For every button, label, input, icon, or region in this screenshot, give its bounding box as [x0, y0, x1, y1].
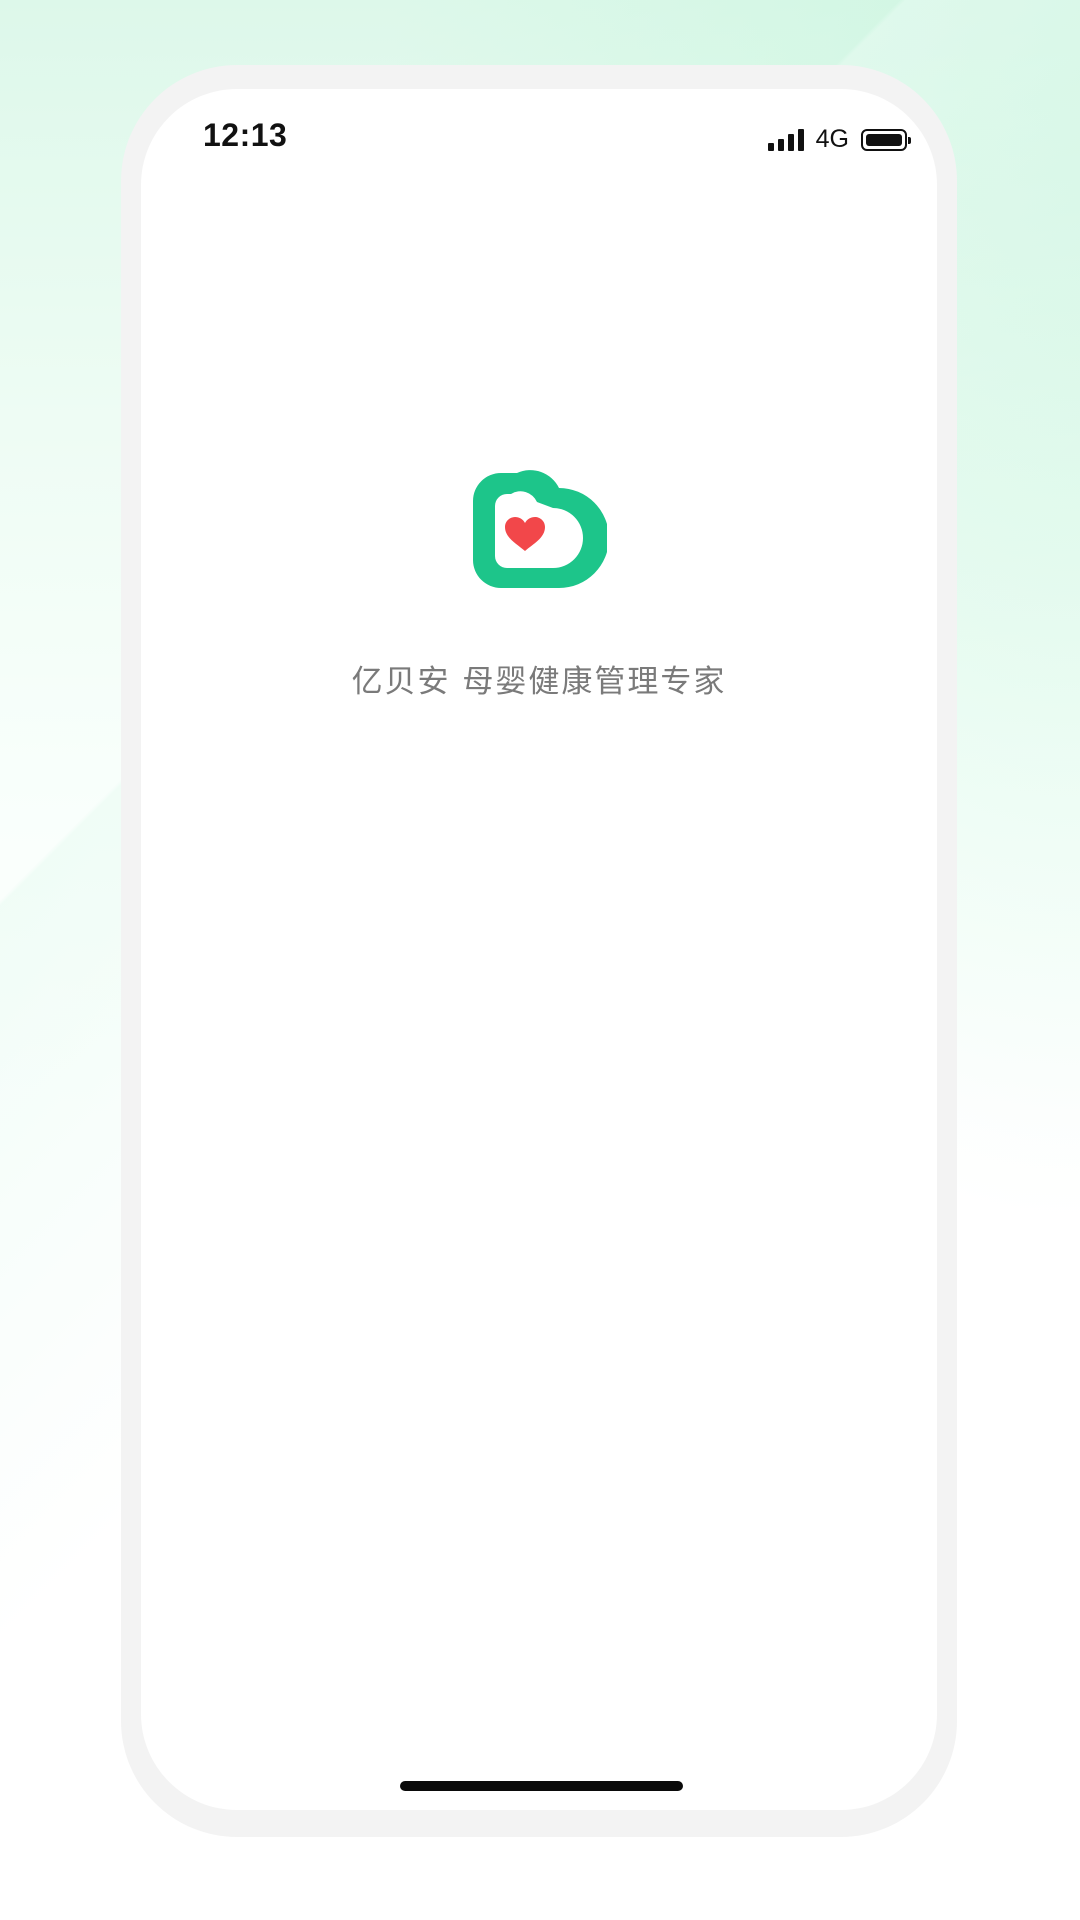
- network-type: 4G: [815, 125, 849, 153]
- app-tagline: 亿贝安 母婴健康管理专家: [351, 664, 727, 700]
- app-logo-icon: [473, 470, 607, 588]
- status-time: 12:13: [203, 117, 288, 153]
- home-indicator[interactable]: [400, 1781, 683, 1791]
- signal-icon: [767, 128, 804, 151]
- battery-icon: [861, 128, 911, 151]
- status-icons: 4G: [767, 125, 911, 154]
- phone-screen: 12:13 4G 亿贝安 母婴健康管理专家: [141, 89, 937, 1810]
